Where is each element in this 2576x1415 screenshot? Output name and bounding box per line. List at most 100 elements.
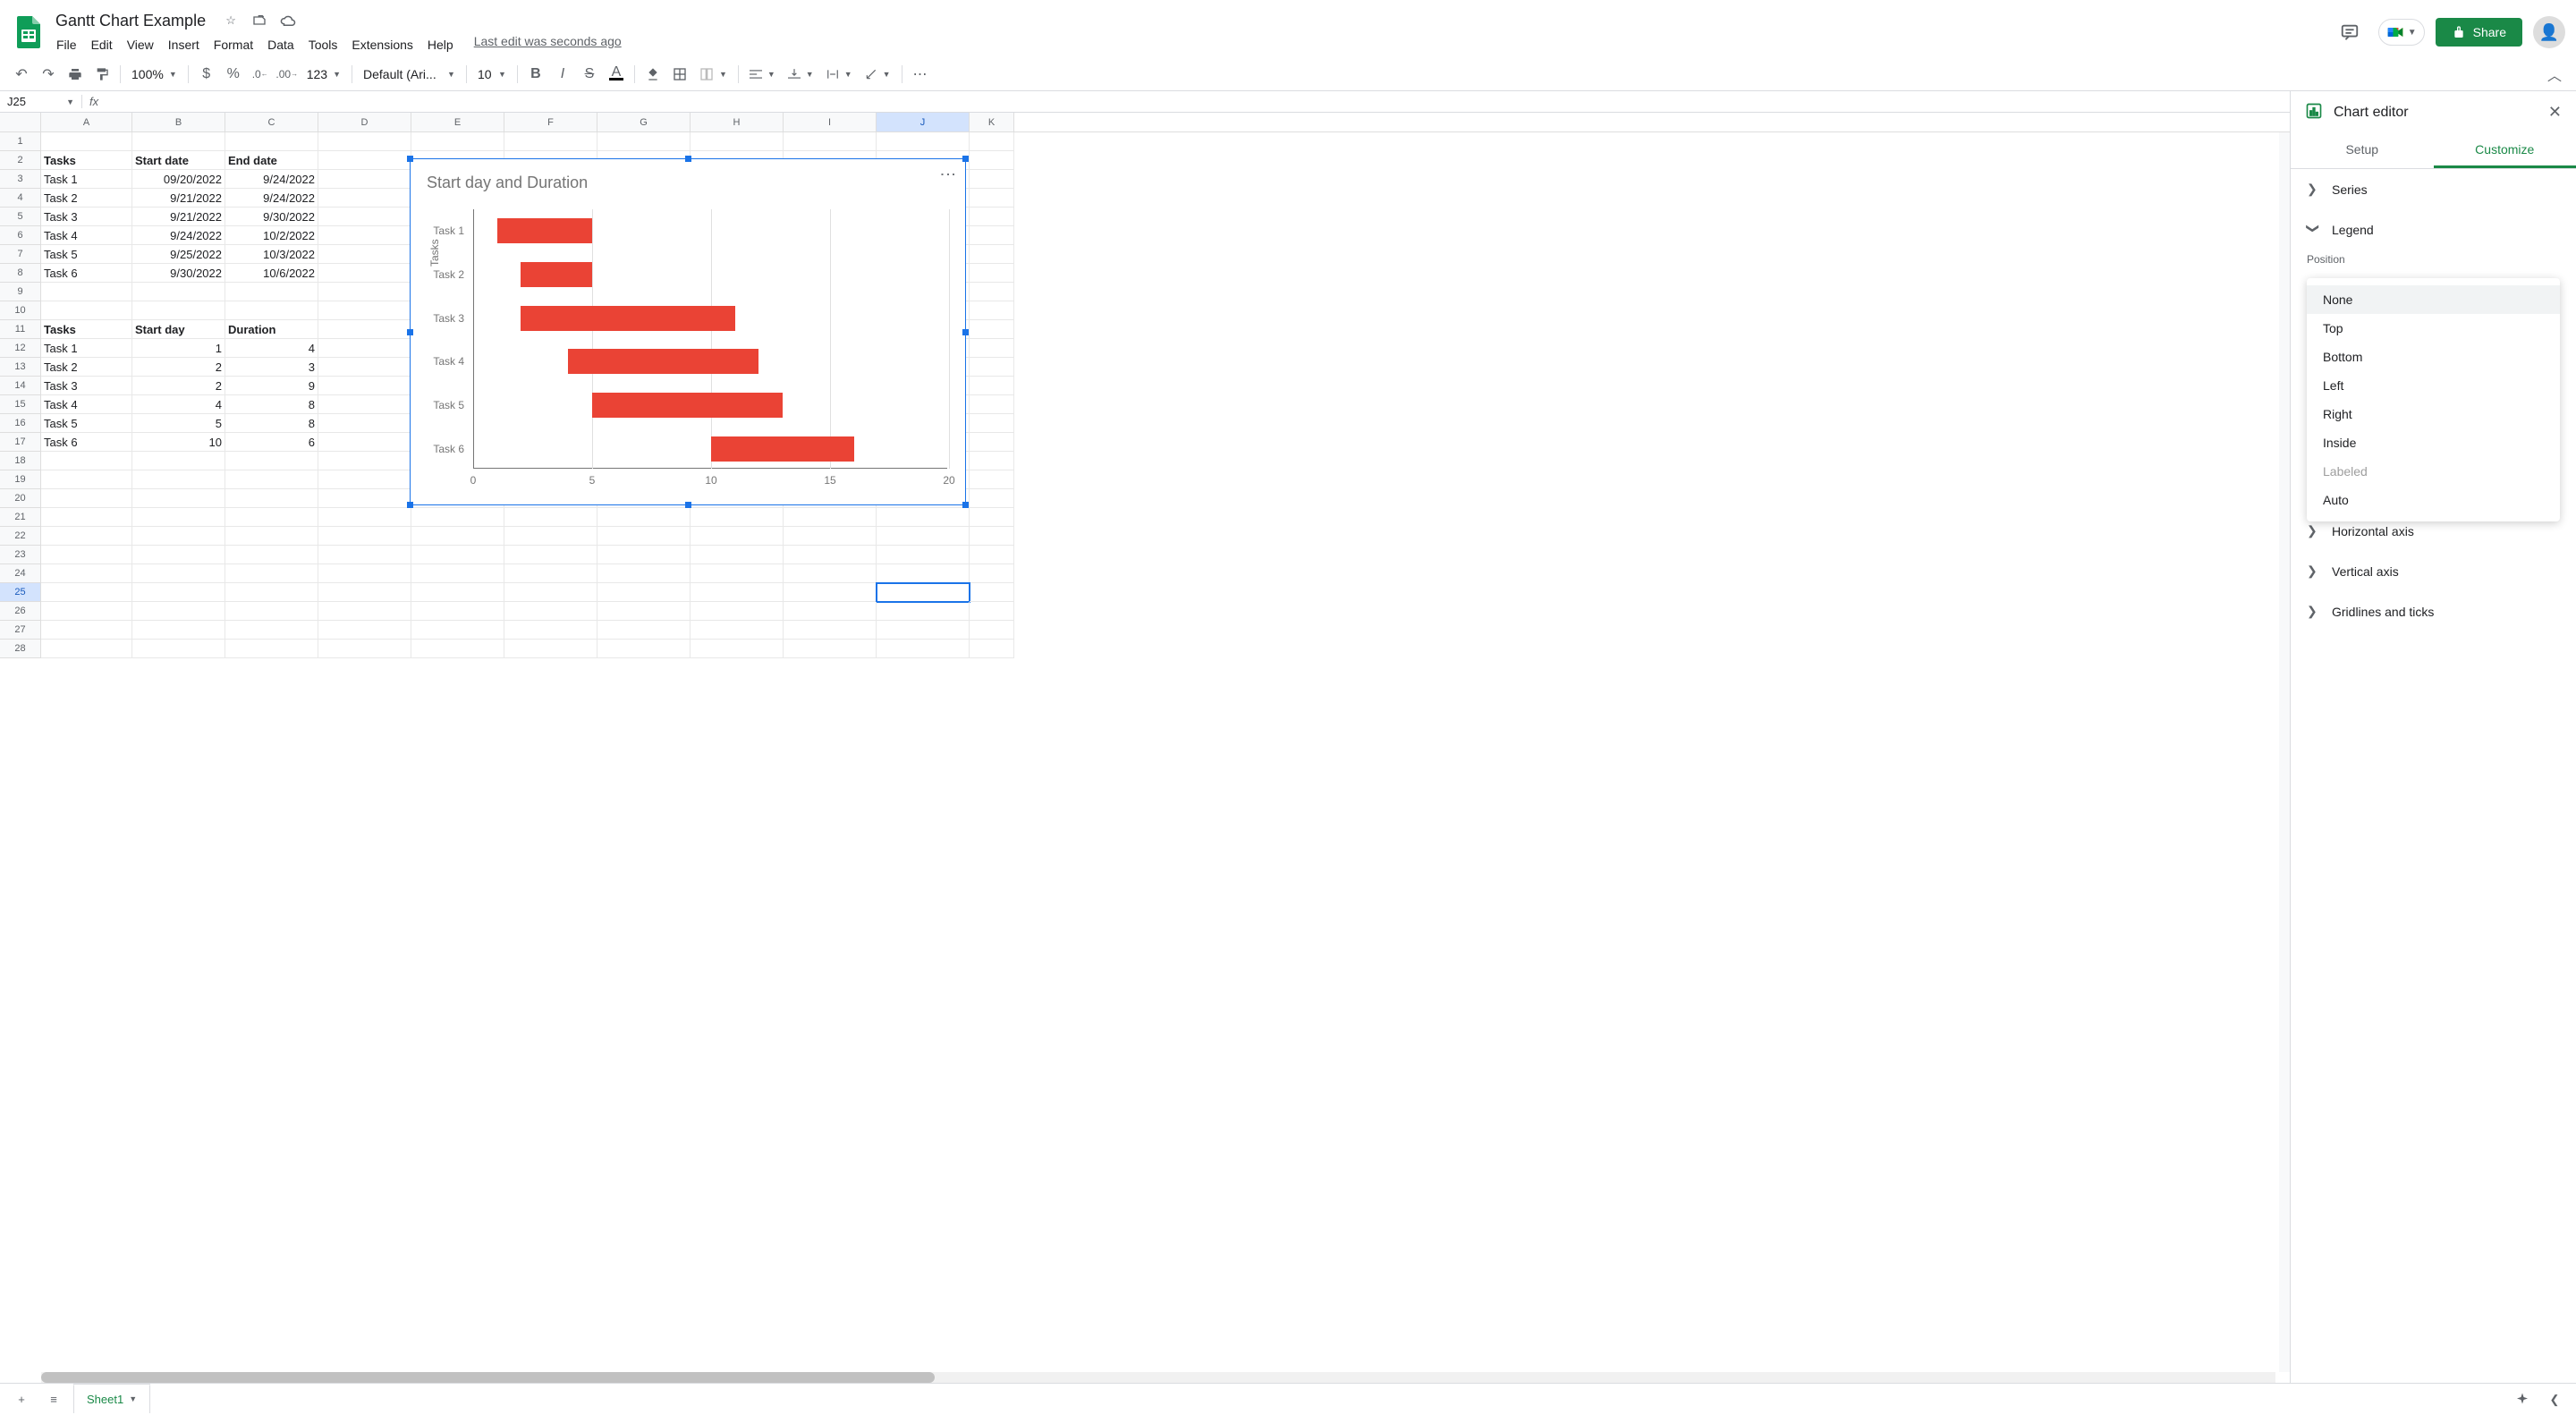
col-header-D[interactable]: D (318, 113, 411, 131)
cloud-icon[interactable] (279, 12, 297, 30)
cell-E21[interactable] (411, 508, 504, 527)
wrap-button[interactable]: ▼ (821, 64, 858, 85)
cell-A2[interactable]: Tasks (41, 151, 132, 170)
cell-K16[interactable] (970, 414, 1014, 433)
cell-B2[interactable]: Start date (132, 151, 225, 170)
cell-A27[interactable] (41, 621, 132, 640)
cell-B21[interactable] (132, 508, 225, 527)
cell-C27[interactable] (225, 621, 318, 640)
row-header-26[interactable]: 26 (0, 602, 41, 621)
cell-I22[interactable] (784, 527, 877, 546)
italic-button[interactable]: I (550, 62, 575, 87)
cell-F23[interactable] (504, 546, 597, 564)
cell-A21[interactable] (41, 508, 132, 527)
menu-format[interactable]: Format (208, 34, 259, 55)
cell-G28[interactable] (597, 640, 691, 658)
row-header-7[interactable]: 7 (0, 245, 41, 264)
cell-K18[interactable] (970, 452, 1014, 470)
cell-A3[interactable]: Task 1 (41, 170, 132, 189)
row-header-28[interactable]: 28 (0, 640, 41, 658)
cell-B3[interactable]: 09/20/2022 (132, 170, 225, 189)
cell-A25[interactable] (41, 583, 132, 602)
row-header-20[interactable]: 20 (0, 489, 41, 508)
cell-H1[interactable] (691, 132, 784, 151)
cell-J22[interactable] (877, 527, 970, 546)
cell-C2[interactable]: End date (225, 151, 318, 170)
cell-E1[interactable] (411, 132, 504, 151)
cell-H26[interactable] (691, 602, 784, 621)
name-box[interactable]: J25▼ (0, 95, 82, 108)
cell-K25[interactable] (970, 583, 1014, 602)
percent-button[interactable]: % (221, 62, 246, 87)
cell-F28[interactable] (504, 640, 597, 658)
section-series[interactable]: ❯Series (2291, 169, 2576, 209)
cell-A13[interactable]: Task 2 (41, 358, 132, 377)
cell-J23[interactable] (877, 546, 970, 564)
cell-C6[interactable]: 10/2/2022 (225, 226, 318, 245)
strike-button[interactable]: S (577, 62, 602, 87)
row-header-8[interactable]: 8 (0, 264, 41, 283)
col-header-B[interactable]: B (132, 113, 225, 131)
cell-I28[interactable] (784, 640, 877, 658)
cell-A28[interactable] (41, 640, 132, 658)
cell-J27[interactable] (877, 621, 970, 640)
sheet-tab-1[interactable]: Sheet1▼ (73, 1385, 150, 1413)
row-header-21[interactable]: 21 (0, 508, 41, 527)
cell-D20[interactable] (318, 489, 411, 508)
cell-A16[interactable]: Task 5 (41, 414, 132, 433)
cell-B6[interactable]: 9/24/2022 (132, 226, 225, 245)
cell-D22[interactable] (318, 527, 411, 546)
col-header-A[interactable]: A (41, 113, 132, 131)
vertical-scrollbar[interactable] (2279, 132, 2290, 1372)
cell-K23[interactable] (970, 546, 1014, 564)
cell-I1[interactable] (784, 132, 877, 151)
cell-A18[interactable] (41, 452, 132, 470)
cell-D3[interactable] (318, 170, 411, 189)
cell-B15[interactable]: 4 (132, 395, 225, 414)
cell-A19[interactable] (41, 470, 132, 489)
cell-A8[interactable]: Task 6 (41, 264, 132, 283)
more-button[interactable]: ⋯ (908, 62, 933, 87)
cell-I25[interactable] (784, 583, 877, 602)
select-all-corner[interactable] (0, 113, 41, 131)
cell-D1[interactable] (318, 132, 411, 151)
sheets-logo[interactable] (11, 14, 47, 50)
cell-C15[interactable]: 8 (225, 395, 318, 414)
cell-C3[interactable]: 9/24/2022 (225, 170, 318, 189)
cell-K6[interactable] (970, 226, 1014, 245)
cell-E22[interactable] (411, 527, 504, 546)
move-icon[interactable] (250, 12, 268, 30)
cell-A26[interactable] (41, 602, 132, 621)
format-select[interactable]: 123▼ (301, 64, 346, 85)
cell-K5[interactable] (970, 208, 1014, 226)
cell-G23[interactable] (597, 546, 691, 564)
cell-K26[interactable] (970, 602, 1014, 621)
cell-K1[interactable] (970, 132, 1014, 151)
cell-K21[interactable] (970, 508, 1014, 527)
last-edit[interactable]: Last edit was seconds ago (474, 34, 622, 55)
cell-C20[interactable] (225, 489, 318, 508)
row-header-11[interactable]: 11 (0, 320, 41, 339)
col-header-G[interactable]: G (597, 113, 691, 131)
cell-C26[interactable] (225, 602, 318, 621)
cell-B20[interactable] (132, 489, 225, 508)
cell-K9[interactable] (970, 283, 1014, 301)
cell-K8[interactable] (970, 264, 1014, 283)
all-sheets-button[interactable]: ≡ (41, 1387, 66, 1412)
text-color-button[interactable]: A (604, 62, 629, 87)
position-option-none[interactable]: None (2307, 285, 2560, 314)
cell-H23[interactable] (691, 546, 784, 564)
cell-D26[interactable] (318, 602, 411, 621)
cell-A10[interactable] (41, 301, 132, 320)
row-header-12[interactable]: 12 (0, 339, 41, 358)
cell-K11[interactable] (970, 320, 1014, 339)
cell-H24[interactable] (691, 564, 784, 583)
cell-G27[interactable] (597, 621, 691, 640)
cell-I24[interactable] (784, 564, 877, 583)
cell-I23[interactable] (784, 546, 877, 564)
cell-A14[interactable]: Task 3 (41, 377, 132, 395)
cell-I26[interactable] (784, 602, 877, 621)
cell-C17[interactable]: 6 (225, 433, 318, 452)
valign-button[interactable]: ▼ (783, 64, 819, 85)
cell-C24[interactable] (225, 564, 318, 583)
